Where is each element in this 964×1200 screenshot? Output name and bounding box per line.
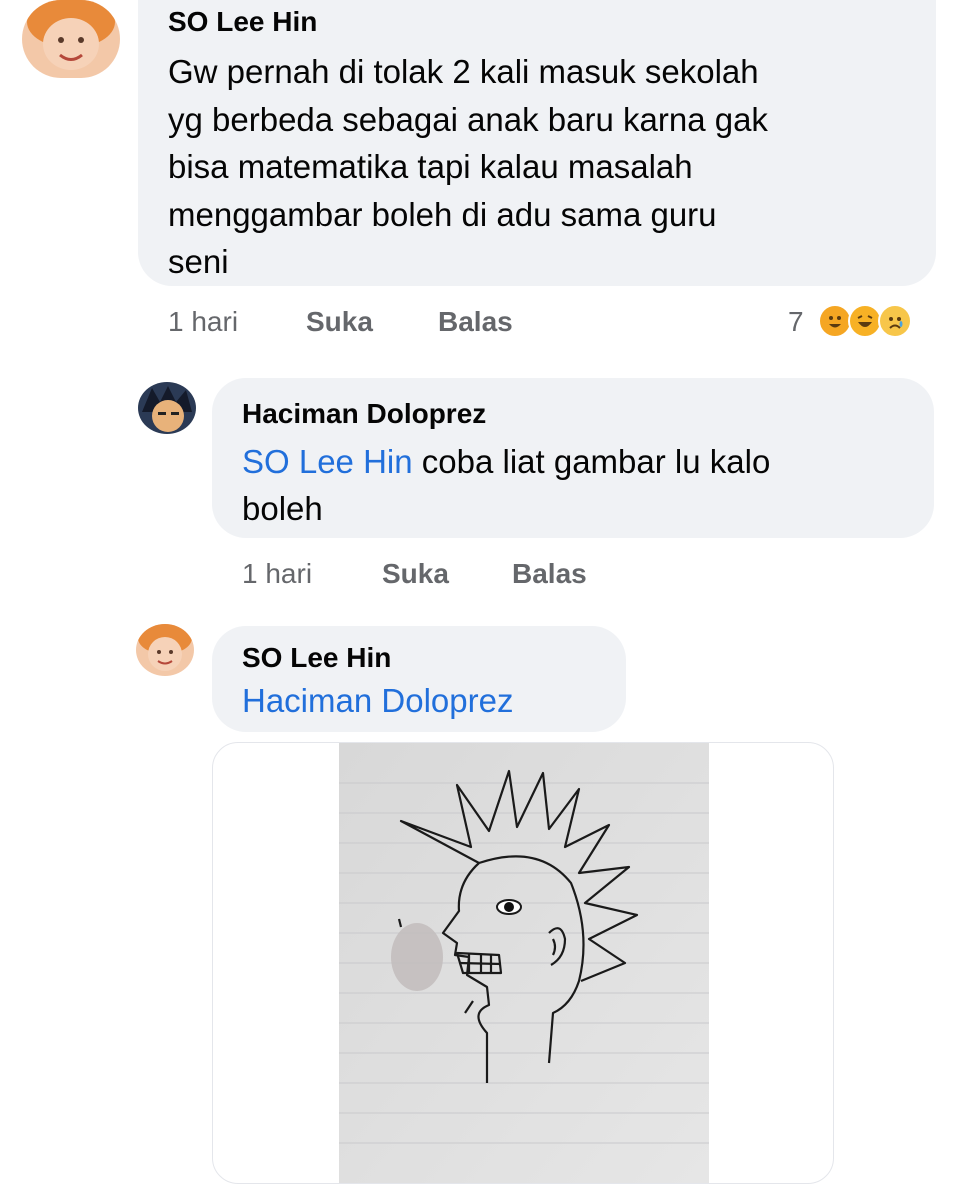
like-button[interactable]: Suka <box>306 306 373 338</box>
avatar[interactable] <box>136 624 194 676</box>
photo-attachment[interactable] <box>212 742 834 1184</box>
comment-line: boleh <box>242 490 323 527</box>
user-photo-icon <box>138 382 196 434</box>
comment-author[interactable]: Haciman Doloprez <box>242 398 486 430</box>
comment-line: seni <box>168 243 229 280</box>
haha-icon <box>818 304 852 338</box>
reply-button[interactable]: Balas <box>438 306 513 338</box>
comment-bubble: Haciman Doloprez SO Lee Hin coba liat ga… <box>212 378 934 538</box>
like-button[interactable]: Suka <box>382 558 449 590</box>
comment-line: bisa matematika tapi kalau masalah <box>168 148 693 185</box>
comment-line: menggambar boleh di adu sama guru <box>168 195 717 233</box>
comment-line: SO Lee Hin coba liat gambar lu kalo <box>242 438 770 485</box>
comment-time[interactable]: 1 hari <box>168 306 238 338</box>
avatar[interactable] <box>22 0 120 78</box>
comment-line-text: coba liat gambar lu kalo <box>412 443 771 480</box>
comment-author[interactable]: SO Lee Hin <box>242 642 391 674</box>
drawing-photo <box>339 743 709 1183</box>
comment-text: SO Lee Hin coba liat gambar lu kalo bole… <box>242 438 770 532</box>
comment-time[interactable]: 1 hari <box>242 558 312 590</box>
reactions-summary[interactable]: 7 <box>788 304 938 342</box>
comment-line: yg berbeda sebagai anak baru karna gak <box>168 100 768 138</box>
reaction-count: 7 <box>788 306 804 337</box>
user-photo-icon <box>136 624 194 676</box>
user-photo-icon <box>22 0 120 78</box>
laugh-icon <box>848 304 882 338</box>
comment-actions: 1 hari Suka Balas <box>0 558 964 598</box>
sad-icon <box>878 304 912 338</box>
comment-text: Gw pernah di tolak 2 kali masuk sekolah … <box>168 48 768 286</box>
mention-link[interactable]: SO Lee Hin <box>242 443 413 480</box>
comment-bubble: SO Lee Hin Haciman Doloprez <box>212 626 626 732</box>
avatar[interactable] <box>138 382 196 434</box>
comment-line: Gw pernah di tolak 2 kali masuk sekolah <box>168 53 759 90</box>
comment-bubble: SO Lee Hin Gw pernah di tolak 2 kali mas… <box>138 0 936 286</box>
mention-link[interactable]: Haciman Doloprez <box>242 682 513 720</box>
reply-button[interactable]: Balas <box>512 558 587 590</box>
comment-author[interactable]: SO Lee Hin <box>168 6 317 38</box>
